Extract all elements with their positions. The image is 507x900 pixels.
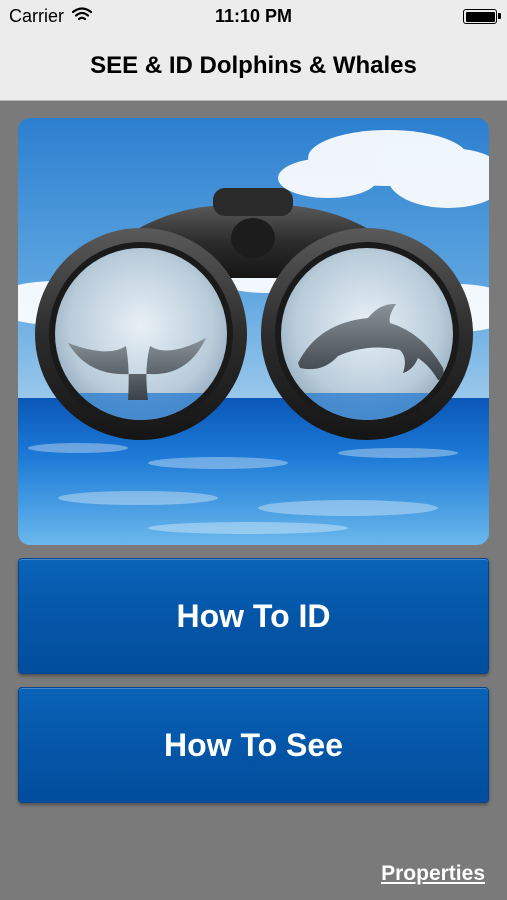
how-to-id-button[interactable]: How To ID bbox=[18, 558, 489, 674]
page-title: SEE & ID Dolphins & Whales bbox=[90, 52, 417, 79]
battery-level bbox=[465, 11, 495, 22]
how-to-see-button[interactable]: How To See bbox=[18, 687, 489, 803]
status-bar: Carrier 11:10 PM bbox=[0, 0, 507, 34]
battery-tip bbox=[498, 13, 501, 19]
battery-full-icon bbox=[463, 9, 501, 24]
binoculars-illustration bbox=[18, 118, 489, 545]
navigation-bar: SEE & ID Dolphins & Whales bbox=[0, 34, 507, 101]
hero-image-binoculars bbox=[18, 118, 489, 545]
properties-link[interactable]: Properties bbox=[381, 862, 485, 886]
status-time: 11:10 PM bbox=[214, 6, 293, 26]
